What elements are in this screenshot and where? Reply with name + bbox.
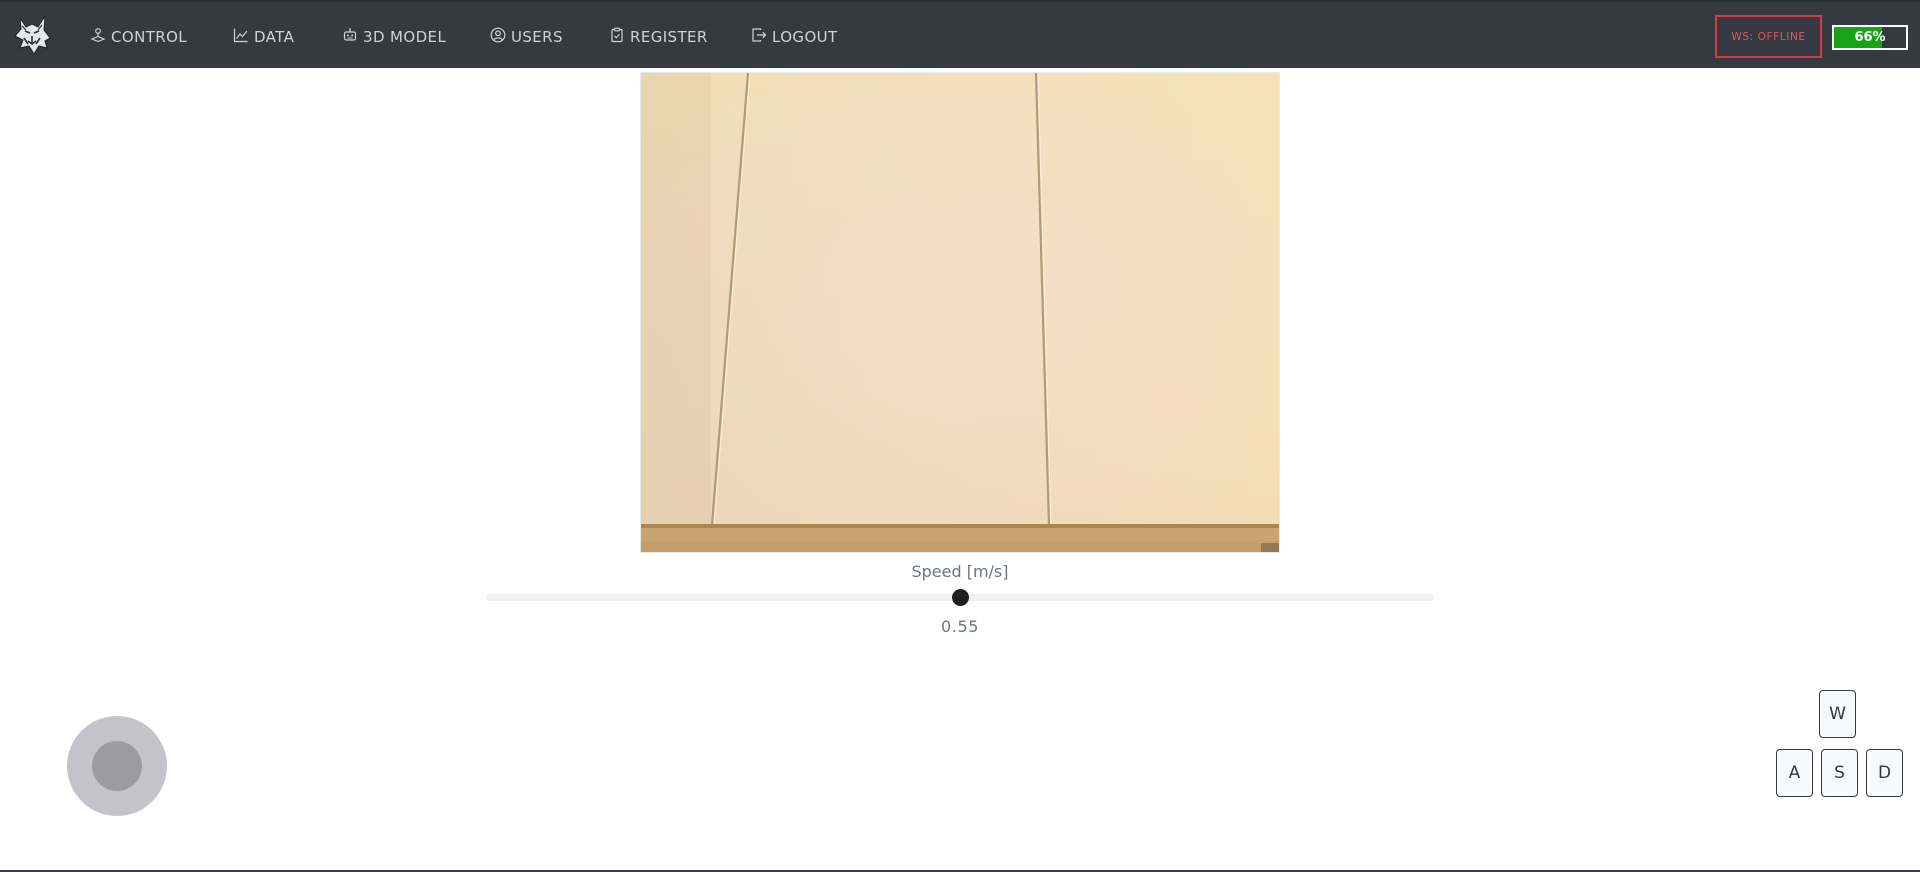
key-a-button[interactable]: A	[1776, 749, 1813, 797]
nav-control-label: CONTROL	[111, 28, 188, 46]
key-s-button[interactable]: S	[1821, 749, 1858, 797]
key-d-button[interactable]: D	[1866, 749, 1903, 797]
camera-frame-image	[641, 73, 1279, 552]
logout-icon	[751, 27, 767, 47]
websocket-status-badge: WS: OFFLINE	[1715, 15, 1822, 58]
speed-slider[interactable]	[486, 589, 1434, 606]
nav-logout-label: LOGOUT	[772, 28, 838, 46]
nav-users-label: USERS	[511, 28, 563, 46]
top-navbar: CONTROL DATA 3D MODEL USERS REGISTER LOG…	[0, 0, 1920, 68]
key-w-button[interactable]: W	[1819, 690, 1856, 738]
clipboard-icon	[609, 27, 625, 47]
joystick-knob[interactable]	[92, 741, 142, 791]
nav-register[interactable]: REGISTER	[609, 26, 708, 48]
speed-value: 0.55	[940, 617, 980, 636]
joystick-base[interactable]	[67, 716, 167, 816]
battery-indicator: 66%	[1832, 25, 1908, 50]
nav-logout[interactable]: LOGOUT	[751, 26, 838, 48]
battery-level-text: 66%	[1854, 30, 1886, 45]
nav-data[interactable]: DATA	[233, 26, 294, 48]
speed-label: Speed [m/s]	[911, 562, 1009, 581]
nav-register-label: REGISTER	[630, 28, 708, 46]
user-circle-icon	[490, 27, 506, 47]
nav-users[interactable]: USERS	[490, 26, 563, 48]
nav-control[interactable]: CONTROL	[90, 26, 187, 48]
wolf-logo-icon[interactable]	[12, 14, 52, 56]
nav-3d-model-label: 3D MODEL	[363, 28, 447, 46]
nav-3d-model[interactable]: 3D MODEL	[342, 26, 446, 48]
robot-icon	[342, 27, 358, 47]
nav-data-label: DATA	[254, 28, 295, 46]
speed-slider-thumb[interactable]	[952, 589, 969, 606]
joystick-icon	[90, 27, 106, 47]
camera-feed	[640, 72, 1280, 553]
line-chart-icon	[233, 27, 249, 47]
